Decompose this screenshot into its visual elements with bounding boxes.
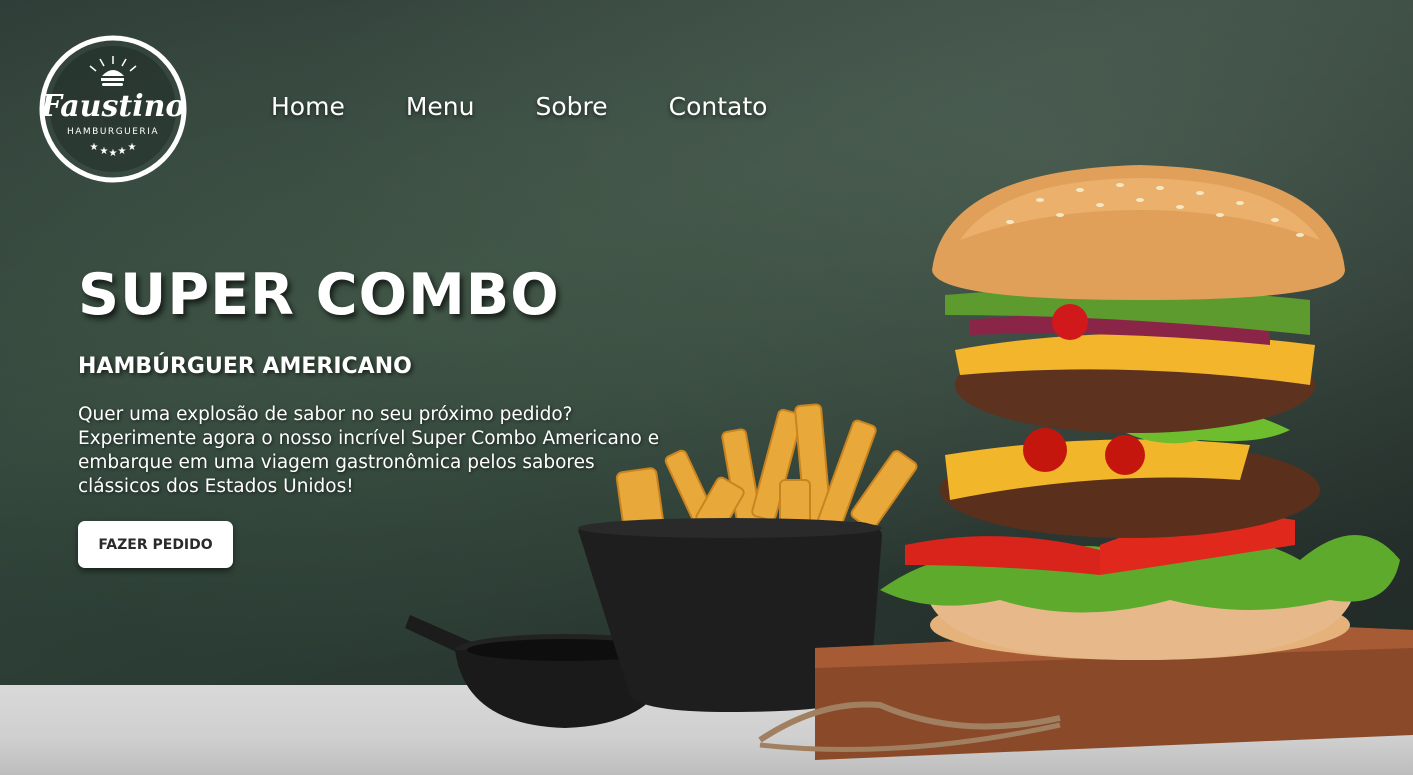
nav-item-menu[interactable]: Menu <box>406 92 475 121</box>
hero-description: Quer uma explosão de sabor no seu próxim… <box>78 403 778 499</box>
hero-description-line: clássicos dos Estados Unidos! <box>78 476 354 497</box>
svg-text:★: ★ <box>109 148 118 159</box>
hero-title: SUPER COMBO <box>78 262 560 328</box>
svg-text:HAMBURGUERIA: HAMBURGUERIA <box>67 127 159 137</box>
burger-image <box>880 165 1400 660</box>
svg-text:★: ★ <box>118 146 127 157</box>
svg-text:★: ★ <box>90 142 99 153</box>
nav-item-sobre[interactable]: Sobre <box>535 92 607 121</box>
hero-subtitle: HAMBÚRGUER AMERICANO <box>78 354 412 379</box>
svg-text:★: ★ <box>100 146 109 157</box>
brand-logo[interactable]: Faustino HAMBURGUERIA ★ ★ ★ ★ ★ <box>38 34 188 184</box>
nav-item-home[interactable]: Home <box>271 92 345 121</box>
hero-section: Faustino HAMBURGUERIA ★ ★ ★ ★ ★ Home Menu So… <box>0 0 1413 775</box>
hero-description-line: embarque em uma viagem gastronômica pelo… <box>78 452 595 473</box>
order-button[interactable]: FAZER PEDIDO <box>78 521 233 568</box>
nav-item-contato[interactable]: Contato <box>669 92 768 121</box>
svg-text:★: ★ <box>128 142 137 153</box>
hero-description-line: Quer uma explosão de sabor no seu próxim… <box>78 404 573 425</box>
hero-description-line: Experimente agora o nosso incrível Super… <box>78 428 660 449</box>
main-nav: Home Menu Sobre Contato <box>271 92 767 121</box>
faustino-logo-icon: Faustino HAMBURGUERIA ★ ★ ★ ★ ★ <box>39 35 187 183</box>
svg-text:Faustino: Faustino <box>40 89 186 124</box>
